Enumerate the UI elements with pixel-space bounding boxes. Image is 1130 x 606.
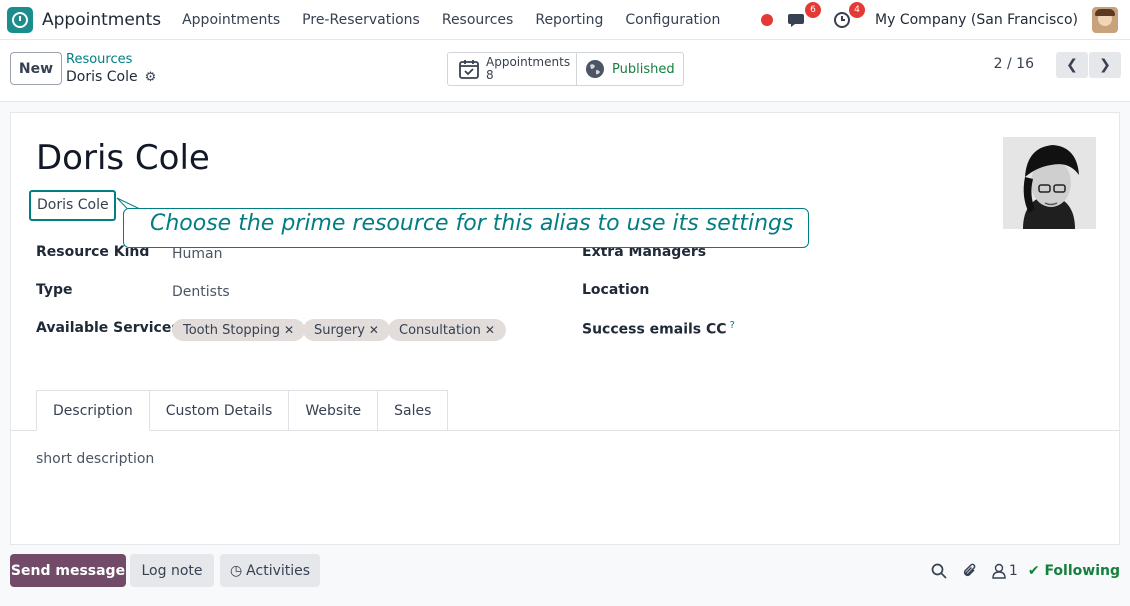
tab-description[interactable]: Description	[36, 390, 150, 431]
messages-count-badge: 6	[805, 2, 822, 18]
search-icon[interactable]	[931, 563, 947, 579]
service-tag-label: Tooth Stopping	[183, 322, 281, 338]
remove-tag-icon[interactable]: ✕	[369, 323, 379, 337]
service-tag-consultation[interactable]: Consultation ✕	[388, 319, 506, 341]
check-icon: ✔	[1027, 562, 1045, 579]
app-name[interactable]: Appointments	[42, 10, 161, 30]
published-label: Published	[612, 61, 675, 77]
clock-icon	[834, 12, 851, 28]
type-label: Type	[36, 282, 73, 298]
messages-button[interactable]: 6	[787, 2, 822, 31]
control-panel: New Resources Doris Cole ⚙ Appointments …	[0, 40, 1130, 102]
followers-count[interactable]: 1	[1009, 563, 1018, 579]
success-emails-cc-text: Success emails CC	[582, 321, 727, 338]
calendar-check-icon	[459, 60, 479, 79]
remove-tag-icon[interactable]: ✕	[485, 323, 495, 337]
resource-photo[interactable]	[1003, 137, 1096, 229]
breadcrumb-resources[interactable]: Resources	[66, 52, 132, 67]
chevron-right-icon: ❯	[1099, 57, 1111, 73]
paperclip-icon[interactable]	[962, 562, 978, 580]
chatter-tools: 1 ✔ Following	[931, 554, 1120, 587]
available-services-label: Available Services	[36, 320, 180, 336]
chatter-bar: Send message Log note ◷ Activities 1 ✔ F…	[0, 545, 1130, 606]
tab-sales[interactable]: Sales	[378, 390, 449, 431]
type-field[interactable]: Dentists	[172, 284, 230, 300]
pager-value[interactable]: 2 / 16	[994, 56, 1034, 72]
pager-previous-button[interactable]: ❮	[1056, 52, 1088, 78]
service-tag-label: Consultation	[399, 322, 481, 338]
gear-icon[interactable]: ⚙	[145, 70, 157, 85]
activities-count-badge: 4	[849, 2, 866, 18]
resource-kind-field[interactable]: Human	[172, 246, 223, 262]
top-navbar: Appointments Appointments Pre-Reservatio…	[0, 0, 1130, 40]
help-tooltip-icon[interactable]: ?	[730, 320, 735, 331]
pager-next-button[interactable]: ❯	[1089, 52, 1121, 78]
breadcrumb-current-label: Doris Cole	[66, 69, 138, 85]
portrait-image	[1003, 137, 1096, 229]
tab-website[interactable]: Website	[289, 390, 379, 431]
clock-icon: ◷	[229, 562, 243, 579]
published-smart-button[interactable]: Published	[577, 53, 683, 85]
form-sheet: Doris Cole Doris Cole Resource Kind Huma…	[10, 112, 1120, 545]
appointments-smart-label: Appointments	[486, 55, 571, 70]
menu-pre-reservations[interactable]: Pre-Reservations	[302, 12, 420, 28]
notebook-tabs: Description Custom Details Website Sales	[36, 390, 449, 431]
success-emails-cc-label: Success emails CC?	[582, 320, 735, 338]
location-label: Location	[582, 282, 650, 298]
following-button[interactable]: ✔ Following	[1028, 563, 1120, 579]
log-note-button[interactable]: Log note	[130, 554, 214, 587]
resource-alias-field[interactable]: Doris Cole	[29, 190, 116, 221]
menu-configuration[interactable]: Configuration	[625, 12, 720, 28]
tab-custom-details[interactable]: Custom Details	[149, 390, 290, 431]
menu-reporting[interactable]: Reporting	[535, 12, 603, 28]
menu-appointments[interactable]: Appointments	[182, 12, 280, 28]
description-field[interactable]: short description	[36, 451, 154, 467]
globe-icon	[586, 60, 604, 78]
smart-buttons: Appointments 8 Published	[447, 52, 684, 86]
remove-tag-icon[interactable]: ✕	[284, 323, 294, 337]
activities-label: Activities	[246, 562, 311, 579]
appointments-smart-button[interactable]: Appointments 8	[448, 53, 577, 85]
company-switcher[interactable]: My Company (San Francisco)	[875, 12, 1078, 28]
chevron-left-icon: ❮	[1066, 57, 1078, 73]
onboarding-tooltip: Choose the prime resource for this alias…	[123, 208, 809, 248]
resource-name-title[interactable]: Doris Cole	[36, 138, 210, 178]
activities-button-chatter[interactable]: ◷ Activities	[220, 554, 320, 587]
follower-icon[interactable]	[992, 563, 1006, 579]
menu-resources[interactable]: Resources	[442, 12, 514, 28]
send-message-button[interactable]: Send message	[10, 554, 126, 587]
breadcrumb-current: Doris Cole ⚙	[66, 69, 156, 85]
following-label: Following	[1044, 562, 1120, 579]
service-tag-surgery[interactable]: Surgery ✕	[303, 319, 390, 341]
appointments-app-icon[interactable]	[7, 6, 33, 33]
service-tag-label: Surgery	[314, 322, 365, 338]
new-button[interactable]: New	[10, 52, 62, 85]
recording-indicator-icon[interactable]	[761, 14, 774, 26]
appointments-smart-count: 8	[486, 68, 494, 82]
activities-button[interactable]: 4	[831, 2, 866, 31]
user-avatar[interactable]	[1092, 7, 1118, 33]
service-tag-tooth-stopping[interactable]: Tooth Stopping ✕	[172, 319, 306, 341]
